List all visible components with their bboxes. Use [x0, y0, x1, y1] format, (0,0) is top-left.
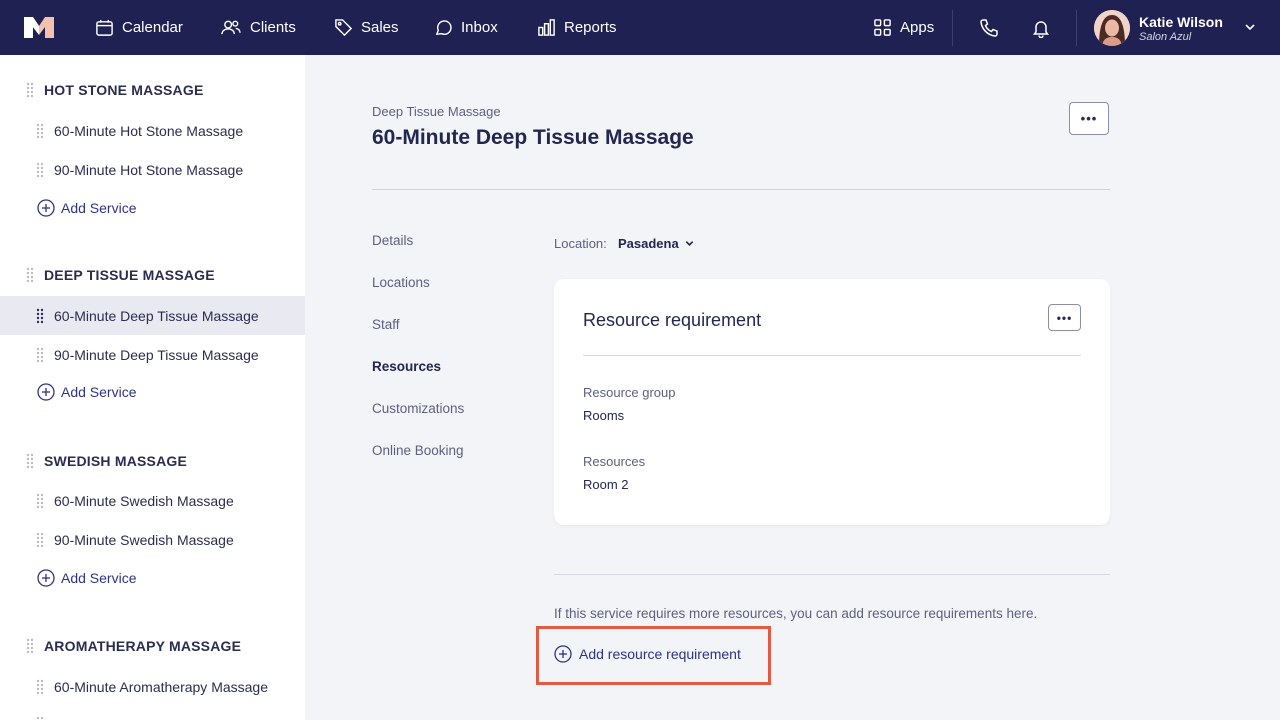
- chevron-down-icon[interactable]: [1243, 20, 1257, 34]
- tab-customizations[interactable]: Customizations: [372, 401, 464, 416]
- drag-handle-icon[interactable]: [26, 453, 34, 469]
- resources-label: Resources: [583, 454, 646, 469]
- helper-text: If this service requires more resources,…: [554, 606, 1038, 621]
- category-title: SWEDISH MASSAGE: [44, 453, 188, 469]
- plus-circle-icon: [554, 645, 572, 663]
- category-title: AROMATHERAPY MASSAGE: [44, 638, 242, 654]
- tab-online-booking[interactable]: Online Booking: [372, 443, 464, 458]
- location-dropdown[interactable]: Pasadena: [618, 236, 695, 251]
- add-service-label: Add Service: [61, 570, 137, 586]
- tab-resources[interactable]: Resources: [372, 359, 441, 374]
- phone-button[interactable]: [974, 0, 1004, 55]
- tab-details[interactable]: Details: [372, 233, 413, 248]
- category-title: HOT STONE MASSAGE: [44, 82, 204, 98]
- add-resource-requirement-button[interactable]: Add resource requirement: [554, 645, 741, 663]
- card-divider: [583, 355, 1081, 356]
- service-sidebar: HOT STONE MASSAGE 60-Minute Hot Stone Ma…: [0, 55, 305, 720]
- resources-value: Room 2: [583, 477, 629, 492]
- user-name[interactable]: Katie Wilson: [1139, 14, 1223, 30]
- top-nav: Calendar Clients Sales Inbox Reports App…: [0, 0, 1280, 55]
- bar-chart-icon: [538, 19, 555, 36]
- section-divider: [554, 574, 1110, 575]
- nav-divider: [952, 10, 953, 46]
- chat-icon: [435, 20, 452, 35]
- avatar-icon: [1094, 10, 1130, 46]
- resource-group-value: Rooms: [583, 408, 625, 423]
- service-row[interactable]: 90-Minute Deep Tissue Massage: [0, 335, 305, 374]
- location-label: Location:: [554, 236, 607, 251]
- users-icon: [221, 20, 241, 35]
- drag-handle-icon[interactable]: [36, 493, 44, 509]
- drag-handle-icon[interactable]: [26, 267, 34, 283]
- service-row[interactable]: 60-Minute Aromatherapy Massage: [0, 667, 305, 706]
- service-label: 90-Minute Deep Tissue Massage: [54, 346, 259, 363]
- nav-calendar[interactable]: Calendar: [95, 0, 183, 55]
- more-options-button[interactable]: •••: [1069, 102, 1109, 135]
- resource-requirement-card: Resource requirement ••• Resource group …: [554, 279, 1110, 525]
- service-label: 90-Minute Swedish Massage: [54, 531, 234, 548]
- nav-apps[interactable]: Apps: [873, 0, 934, 55]
- service-label: 90-Minute Hot Stone Massage: [54, 161, 244, 178]
- plus-circle-icon: [37, 569, 55, 587]
- service-row[interactable]: 90-Minute Hot Stone Massage: [0, 150, 305, 189]
- resource-group-label: Resource group: [583, 385, 676, 400]
- drag-handle-icon[interactable]: [36, 123, 44, 139]
- service-row[interactable]: 60-Minute Hot Stone Massage: [0, 111, 305, 150]
- drag-handle-icon[interactable]: [26, 82, 34, 98]
- service-row[interactable]: 60-Minute Swedish Massage: [0, 481, 305, 520]
- service-label: 60-Minute Hot Stone Massage: [54, 122, 244, 139]
- nav-label: Reports: [564, 19, 617, 36]
- nav-divider: [1076, 10, 1077, 46]
- location-value: Pasadena: [618, 236, 679, 251]
- nav-clients[interactable]: Clients: [220, 0, 296, 55]
- bell-icon: [1033, 20, 1049, 38]
- drag-handle-icon[interactable]: [26, 638, 34, 654]
- page-title: 60-Minute Deep Tissue Massage: [372, 126, 694, 149]
- plus-circle-icon: [37, 199, 55, 217]
- tab-staff[interactable]: Staff: [372, 317, 400, 332]
- drag-handle-icon[interactable]: [36, 308, 44, 324]
- calendar-icon: [96, 19, 113, 36]
- tag-icon: [335, 19, 353, 37]
- chevron-down-icon: [685, 241, 693, 247]
- drag-handle-icon[interactable]: [36, 532, 44, 548]
- drag-handle-icon[interactable]: [36, 162, 44, 178]
- plus-circle-icon: [37, 383, 55, 401]
- nav-reports[interactable]: Reports: [537, 0, 617, 55]
- nav-label: Inbox: [461, 19, 498, 36]
- service-label: 60-Minute Swedish Massage: [54, 492, 234, 509]
- add-service-button[interactable]: Add Service: [37, 383, 136, 401]
- add-service-label: Add Service: [61, 384, 137, 400]
- category-title: DEEP TISSUE MASSAGE: [44, 267, 215, 283]
- notifications-button[interactable]: [1026, 0, 1056, 55]
- nav-label: Calendar: [122, 19, 183, 36]
- service-row-selected[interactable]: 60-Minute Deep Tissue Massage: [0, 296, 305, 335]
- service-label: 60-Minute Aromatherapy Massage: [54, 678, 268, 695]
- service-label: 60-Minute Deep Tissue Massage: [54, 307, 259, 324]
- tab-locations[interactable]: Locations: [372, 275, 430, 290]
- drag-handle-icon[interactable]: [36, 679, 44, 695]
- breadcrumb[interactable]: Deep Tissue Massage: [372, 104, 501, 119]
- service-row[interactable]: 90-Minute Swedish Massage: [0, 520, 305, 559]
- user-organization: Salon Azul: [1139, 31, 1192, 43]
- apps-grid-icon: [874, 19, 891, 36]
- add-service-button[interactable]: Add Service: [37, 199, 136, 217]
- add-service-button[interactable]: Add Service: [37, 569, 136, 587]
- nav-label: Clients: [250, 19, 296, 36]
- card-more-options-button[interactable]: •••: [1048, 304, 1081, 331]
- card-title: Resource requirement: [583, 310, 762, 330]
- logo-icon[interactable]: [24, 17, 54, 38]
- add-service-label: Add Service: [61, 200, 137, 216]
- nav-label: Sales: [361, 19, 399, 36]
- nav-label: Apps: [900, 19, 935, 36]
- nav-sales[interactable]: Sales: [334, 0, 399, 55]
- drag-handle-icon[interactable]: [36, 347, 44, 363]
- nav-inbox[interactable]: Inbox: [434, 0, 498, 55]
- add-resource-requirement-label: Add resource requirement: [579, 646, 741, 662]
- drag-handle-icon[interactable]: [36, 713, 44, 720]
- phone-icon: [980, 18, 998, 37]
- header-divider: [372, 189, 1110, 190]
- avatar[interactable]: [1094, 10, 1130, 46]
